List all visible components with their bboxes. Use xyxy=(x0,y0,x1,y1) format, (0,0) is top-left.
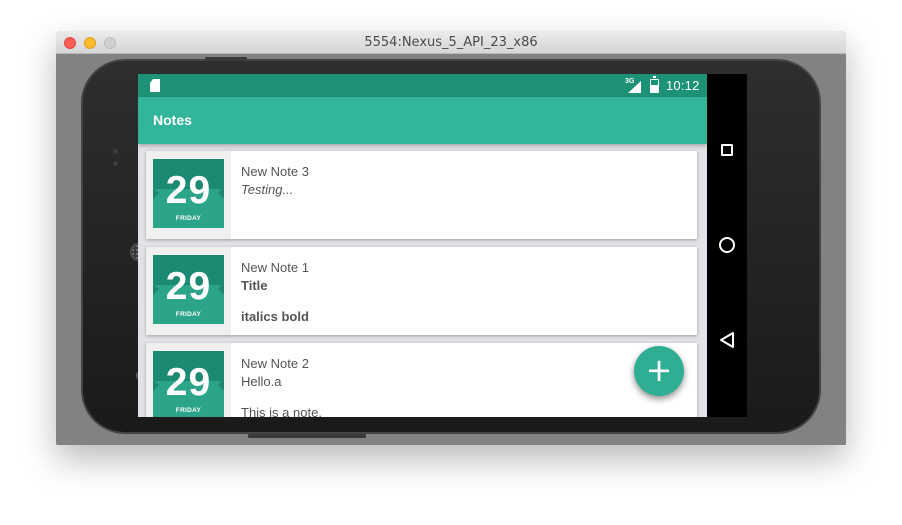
battery-icon xyxy=(650,76,659,93)
window-title: 5554:Nexus_5_API_23_x86 xyxy=(364,35,538,50)
power-button xyxy=(248,434,366,438)
sd-card-icon xyxy=(150,79,160,92)
note-preview-line: Title xyxy=(241,278,268,293)
page-title: Notes xyxy=(153,112,192,128)
note-card[interactable]: 29 FRIDAY New Note 3 Testing... xyxy=(146,151,697,239)
note-card[interactable]: 29 FRIDAY New Note 1 Title italics bold xyxy=(146,247,697,335)
date-tile: 29 FRIDAY xyxy=(146,343,231,417)
home-button[interactable] xyxy=(715,233,739,257)
note-preview-line: Testing... xyxy=(241,182,294,197)
add-note-button[interactable]: + xyxy=(634,346,684,396)
note-title: New Note 2 xyxy=(241,356,309,371)
note-title: New Note 1 xyxy=(241,260,309,275)
window-titlebar[interactable]: 5554:Nexus_5_API_23_x86 xyxy=(56,31,846,54)
recents-button[interactable] xyxy=(715,138,739,162)
note-preview-line: italics bold xyxy=(241,309,309,324)
note-day: 29 xyxy=(165,169,212,212)
calendar-icon: 29 FRIDAY xyxy=(153,351,224,417)
note-weekday: FRIDAY xyxy=(175,311,202,318)
home-icon xyxy=(719,237,735,253)
calendar-icon: 29 FRIDAY xyxy=(153,159,224,228)
light-sensor xyxy=(113,161,118,166)
network-type-label: 3G xyxy=(625,78,635,85)
note-preview-line: Hello.a xyxy=(241,374,282,389)
date-tile: 29 FRIDAY xyxy=(146,151,231,239)
proximity-sensor xyxy=(113,149,118,154)
app-toolbar: Notes xyxy=(138,97,707,144)
plus-icon: + xyxy=(645,351,673,389)
navigation-bar xyxy=(707,74,747,417)
note-preview-line: This is a note. xyxy=(241,405,322,417)
note-weekday: FRIDAY xyxy=(175,407,202,414)
calendar-icon: 29 FRIDAY xyxy=(153,255,224,324)
volume-button xyxy=(205,57,247,61)
recents-icon xyxy=(721,144,733,156)
note-card[interactable]: 29 FRIDAY New Note 2 Hello.a This is a n… xyxy=(146,343,697,417)
back-button[interactable] xyxy=(715,328,739,352)
note-day: 29 xyxy=(165,361,212,404)
device-screen: 3G 10:12 Notes 29 FRIDAY New Note 3 Test… xyxy=(138,74,707,417)
note-day: 29 xyxy=(165,265,212,308)
date-tile: 29 FRIDAY xyxy=(146,247,231,335)
note-weekday: FRIDAY xyxy=(175,215,202,222)
status-clock: 10:12 xyxy=(666,78,700,93)
note-title: New Note 3 xyxy=(241,164,309,179)
back-icon xyxy=(720,332,734,348)
status-bar: 3G 10:12 xyxy=(138,74,707,97)
